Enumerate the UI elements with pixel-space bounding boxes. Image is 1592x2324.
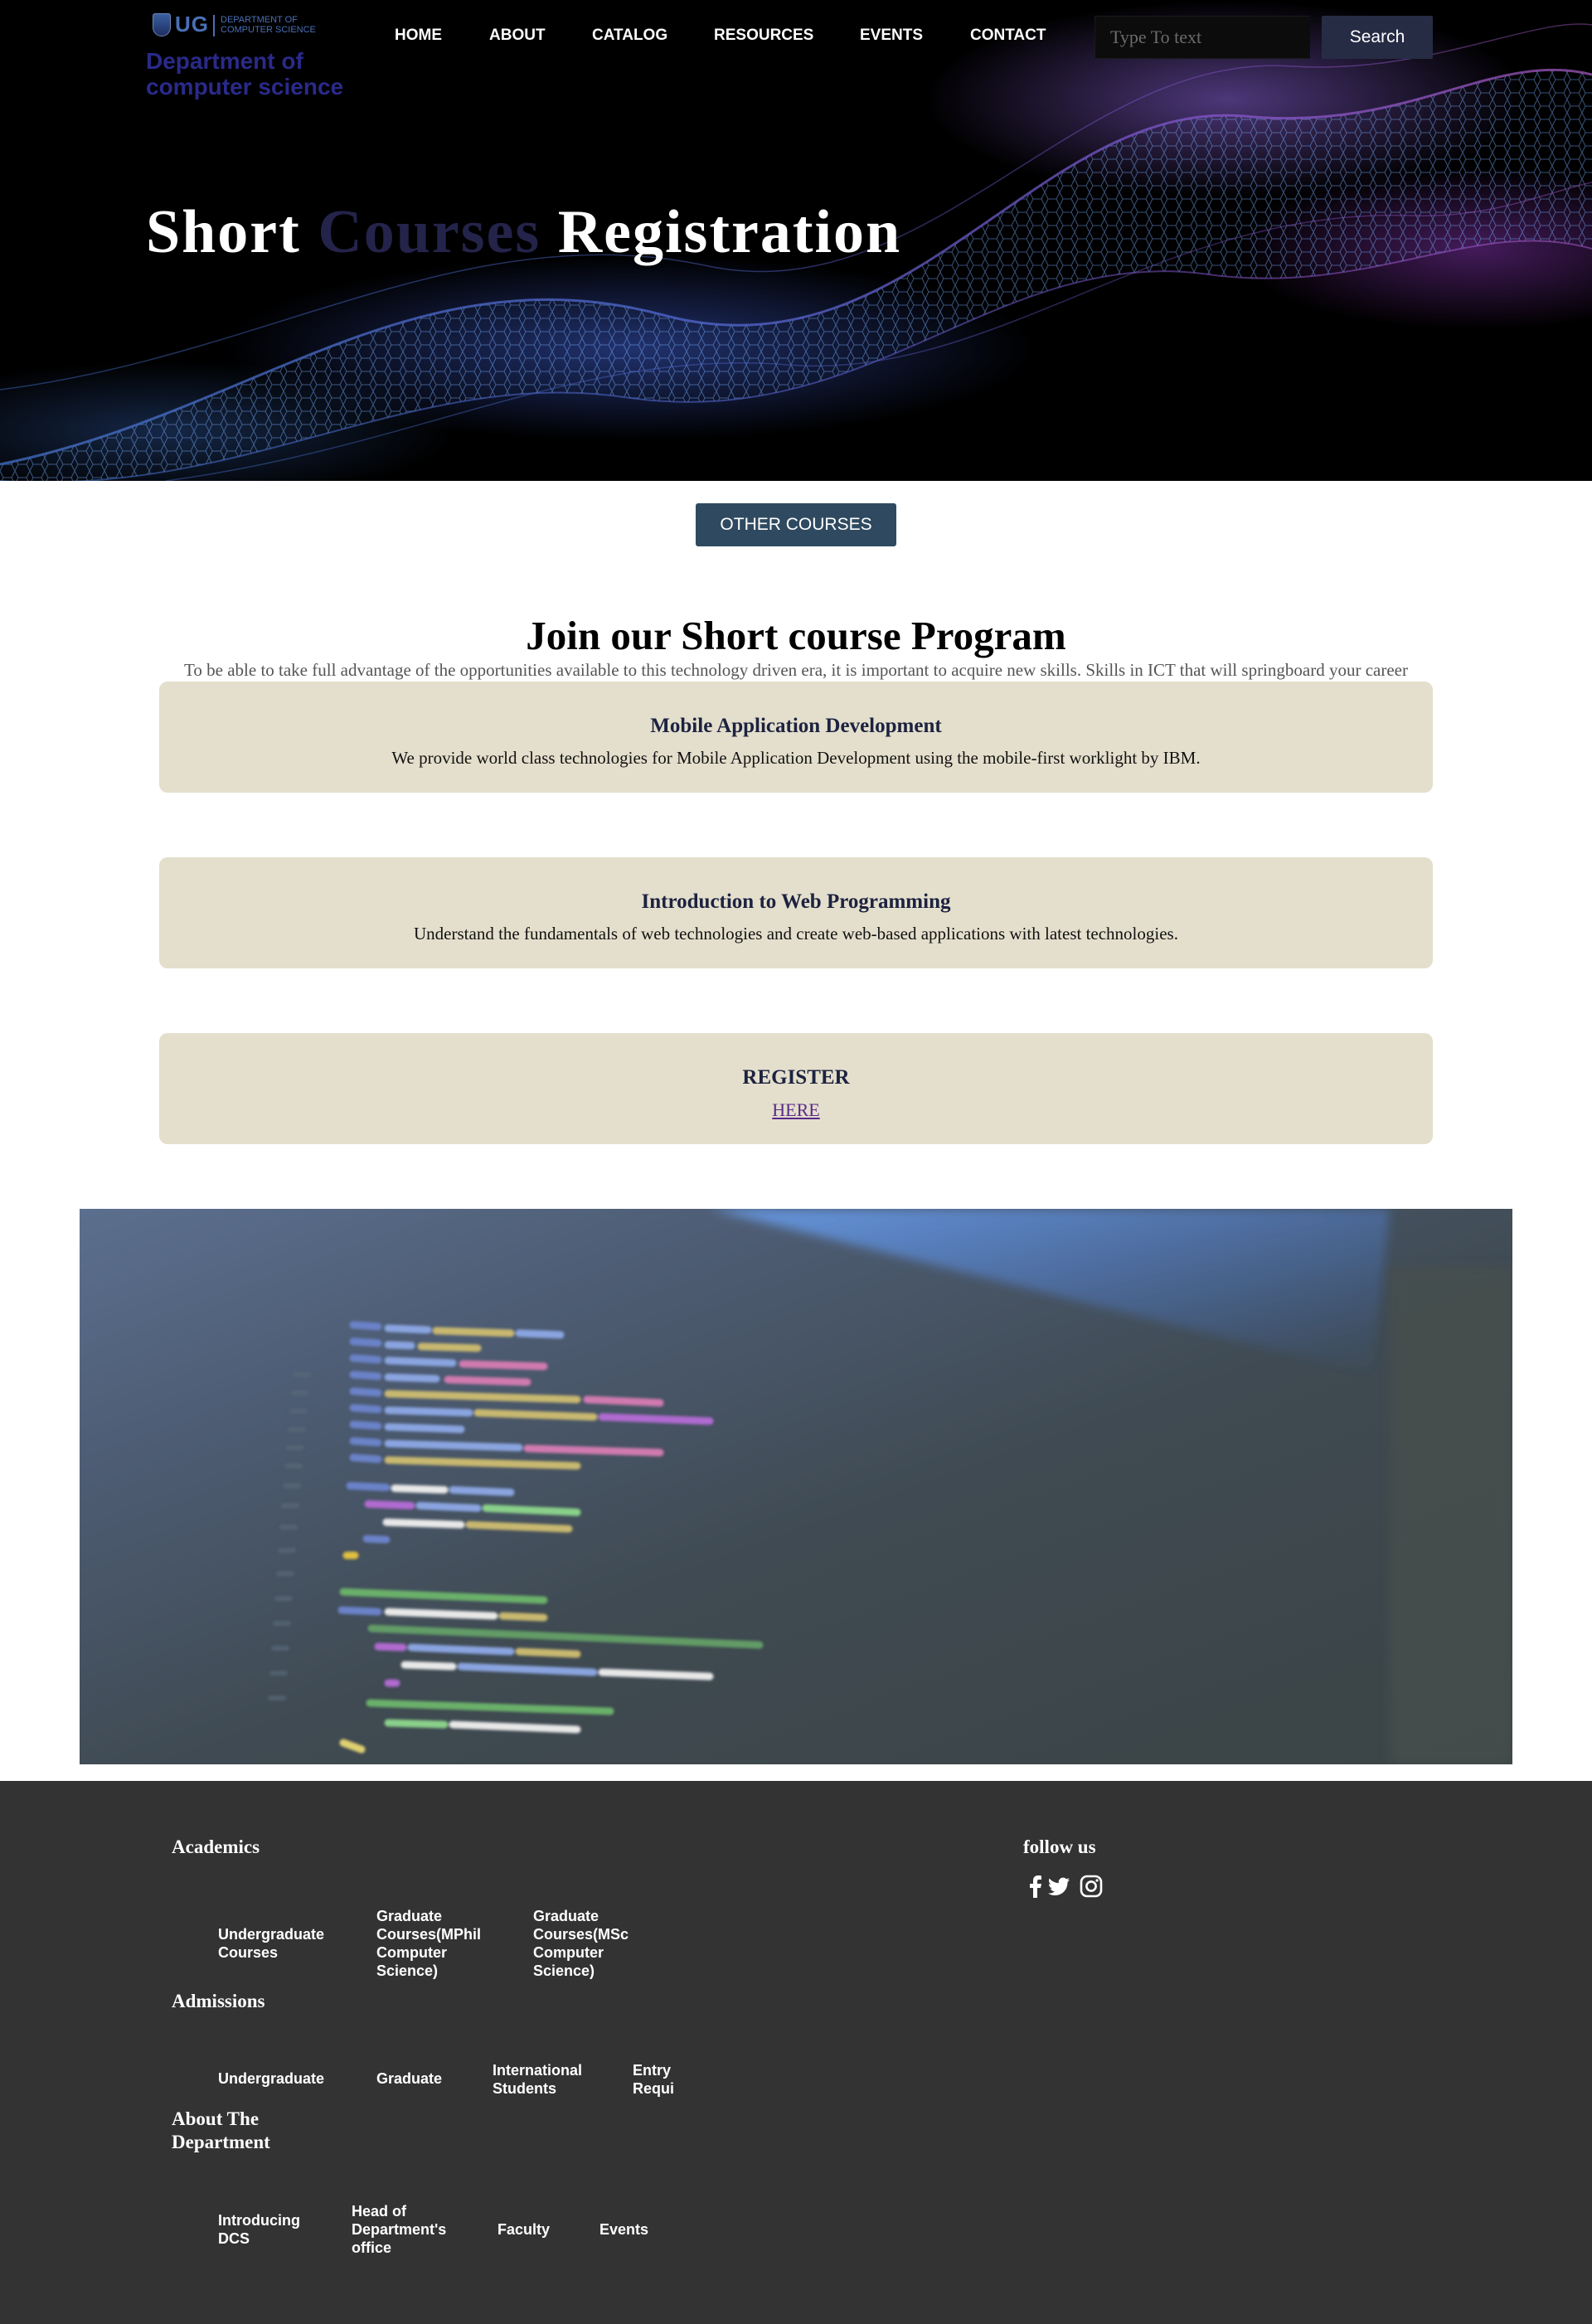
footer-link-international-students[interactable]: International Students <box>493 2061 600 2098</box>
footer-about-line2: Department <box>172 2132 270 2152</box>
code-screen-image <box>80 1209 1512 1764</box>
program-subtitle: To be able to take full advantage of the… <box>184 660 1408 680</box>
footer-link-admissions-undergraduate[interactable]: Undergraduate <box>218 2069 342 2088</box>
course-card-mobile: Mobile Application Development We provid… <box>159 682 1433 793</box>
nav-home[interactable]: HOME <box>395 27 442 45</box>
twitter-icon[interactable] <box>1046 1874 1071 1899</box>
nav-catalog[interactable]: CATALOG <box>592 27 667 45</box>
footer-link-undergraduate-courses[interactable]: Undergraduate Courses <box>218 1925 342 1962</box>
logo-dept-line2: COMPUTER SCIENCE <box>221 25 316 35</box>
footer-heading-admissions: Admissions <box>172 1991 265 2011</box>
course-card-web: Introduction to Web Programming Understa… <box>159 857 1433 968</box>
footer-link-faculty[interactable]: Faculty <box>498 2220 572 2239</box>
course-description: We provide world class technologies for … <box>391 748 1201 768</box>
site-name[interactable]: Department of computer science <box>146 48 353 99</box>
register-card: REGISTER HERE <box>159 1033 1433 1144</box>
hero-title-accent: Courses <box>318 198 541 266</box>
crest-icon <box>153 13 171 36</box>
register-here-link[interactable]: HERE <box>772 1099 819 1120</box>
footer-link-introducing-dcs[interactable]: Introducing DCS <box>218 2211 318 2248</box>
footer-heading-academics: Academics <box>172 1836 260 1857</box>
hero-title-part1: Short <box>146 198 318 266</box>
site-name-line1: Department of <box>146 48 303 74</box>
program-heading: Join our Short course Program <box>526 613 1066 658</box>
footer-link-graduate-msc[interactable]: Graduate Courses(MSc Computer Science) <box>533 1907 658 1980</box>
nav-about[interactable]: ABOUT <box>489 27 546 45</box>
nav-resources[interactable]: RESOURCES <box>714 27 813 45</box>
footer-heading-follow: follow us <box>1023 1836 1096 1857</box>
footer-heading-about: About The Department <box>172 2108 304 2154</box>
department-logo[interactable]: UG DEPARTMENT OF COMPUTER SCIENCE <box>153 12 337 40</box>
search-button[interactable]: Search <box>1322 16 1433 59</box>
footer-about-line1: About The <box>172 2108 260 2129</box>
register-title: REGISTER <box>742 1066 850 1089</box>
register-link-wrap: HERE <box>159 1099 1433 1121</box>
facebook-icon[interactable] <box>1023 1874 1048 1899</box>
logo-department-text: DEPARTMENT OF COMPUTER SCIENCE <box>221 15 337 35</box>
logo-divider <box>213 15 215 36</box>
search-input[interactable] <box>1094 16 1310 59</box>
nav-events[interactable]: EVENTS <box>860 27 923 45</box>
course-title: Mobile Application Development <box>650 715 942 737</box>
footer-link-events[interactable]: Events <box>599 2220 674 2239</box>
hero-banner: UG DEPARTMENT OF COMPUTER SCIENCE Depart… <box>0 0 1592 481</box>
footer-link-head-of-department[interactable]: Head of Department's office <box>352 2202 459 2257</box>
course-description: Understand the fundamentals of web techn… <box>414 924 1178 944</box>
hero-title-part2: Registration <box>541 198 902 266</box>
site-name-line2: computer science <box>146 74 344 99</box>
nav-contact[interactable]: CONTACT <box>970 27 1046 45</box>
code-screen-graphic <box>268 1209 1512 1764</box>
footer-link-graduate-mphil[interactable]: Graduate Courses(MPhil Computer Science) <box>376 1907 501 1980</box>
footer-link-entry-requirements[interactable]: Entry Requi <box>633 2061 681 2098</box>
site-footer: Academics Undergraduate Courses Graduate… <box>0 1781 1592 2324</box>
social-icons <box>1023 1874 1114 1900</box>
instagram-icon[interactable] <box>1079 1874 1104 1899</box>
course-title: Introduction to Web Programming <box>641 890 951 913</box>
logo-wordmark: UG <box>175 12 209 36</box>
footer-link-admissions-graduate[interactable]: Graduate <box>376 2069 476 2088</box>
other-courses-button[interactable]: OTHER COURSES <box>696 503 896 546</box>
hero-title: Short Courses Registration <box>146 197 901 268</box>
logo-dept-line1: DEPARTMENT OF <box>221 15 298 25</box>
